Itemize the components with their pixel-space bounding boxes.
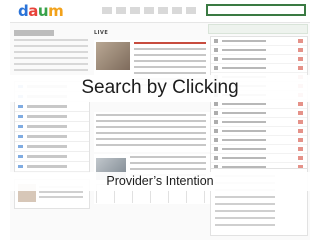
news-block[interactable] [94,112,210,152]
subheadline-caption: Provider’s Intention [0,172,320,191]
keyword-text[interactable] [222,58,266,60]
search-input[interactable] [206,4,306,16]
slide: daum LIVE Search by Clicking Provider’s … [0,0,320,240]
rank-change [298,66,303,70]
rank-change [298,111,303,115]
news-photo[interactable] [96,42,130,70]
list-item[interactable] [15,142,89,152]
keyword-text[interactable] [222,121,266,123]
keyword-text[interactable] [222,139,266,141]
keyword-row[interactable] [211,64,307,73]
rank-change [298,156,303,160]
headline-caption: Search by Clicking [0,75,320,102]
keyword-row[interactable] [211,154,307,163]
rank-change [298,129,303,133]
news-headlines[interactable] [96,114,206,148]
rank-number [214,120,218,124]
rank-number [214,147,218,151]
top-nav-links[interactable] [102,7,198,14]
list-item[interactable] [15,122,89,132]
keyword-text[interactable] [222,40,266,42]
rank-number [214,48,218,52]
left-box-title [14,30,54,36]
list-item[interactable] [15,162,89,172]
keyword-text[interactable] [222,67,266,69]
rank-change [298,120,303,124]
list-item[interactable] [15,132,89,142]
keyword-row[interactable] [211,109,307,118]
portal-logo[interactable]: daum [18,2,64,20]
keyword-text[interactable] [222,157,266,159]
rank-number [214,156,218,160]
rank-number [214,39,218,43]
realtime-keyword-header [208,24,308,34]
rank-change [298,102,303,106]
left-box-text [14,39,88,73]
rank-change [298,48,303,52]
keyword-text[interactable] [222,103,266,105]
keyword-row[interactable] [211,127,307,136]
rank-change [298,138,303,142]
keyword-row[interactable] [211,46,307,55]
keyword-text[interactable] [222,148,266,150]
rank-number [214,102,218,106]
logo-letter: m [48,2,64,20]
live-label: LIVE [94,30,109,36]
list-item[interactable] [15,102,89,112]
rank-number [214,111,218,115]
logo-letter: u [37,2,49,20]
rank-change [298,147,303,151]
keyword-ranking-list [210,36,308,173]
keyword-text[interactable] [222,130,266,132]
keyword-row[interactable] [211,145,307,154]
portal-screenshot: daum LIVE [10,0,310,240]
logo-letter: a [28,2,38,20]
keyword-text[interactable] [222,112,266,114]
rank-number [214,57,218,61]
portal-header: daum [10,0,310,23]
rank-number [214,66,218,70]
keyword-row[interactable] [211,37,307,46]
keyword-row[interactable] [211,136,307,145]
list-item[interactable] [15,112,89,122]
news-top-headline[interactable] [134,42,206,44]
list-item[interactable] [15,152,89,162]
rank-change [298,57,303,61]
keyword-row[interactable] [211,118,307,127]
rank-number [214,138,218,142]
rank-number [214,129,218,133]
logo-letter: d [18,2,29,20]
keyword-row[interactable] [211,55,307,64]
rank-change [298,39,303,43]
keyword-text[interactable] [222,49,266,51]
